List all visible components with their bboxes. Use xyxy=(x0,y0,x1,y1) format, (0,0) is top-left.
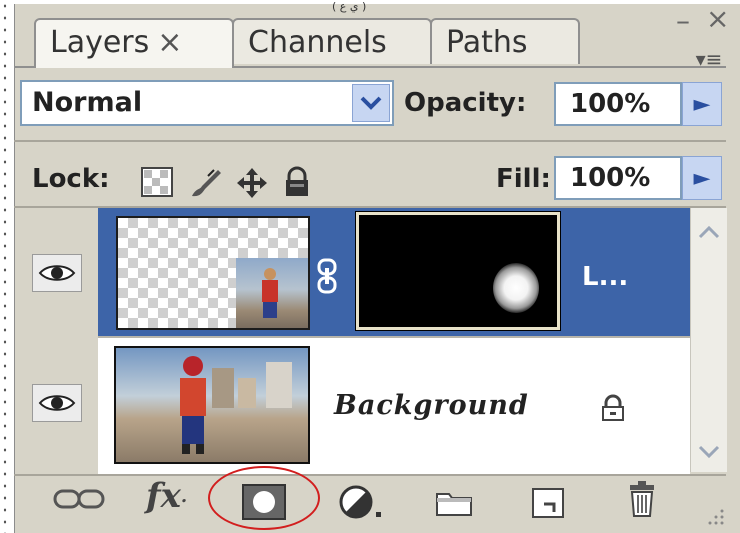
mask-highlight xyxy=(493,263,539,313)
lock-transparent-icon[interactable] xyxy=(140,166,174,202)
opacity-arrow-icon[interactable]: ► xyxy=(682,82,722,126)
top-caption: ( ي ع ) xyxy=(332,0,367,13)
divider xyxy=(14,140,726,142)
lock-brush-icon[interactable] xyxy=(188,166,224,204)
layers-scrollbar[interactable] xyxy=(690,208,727,472)
minimize-icon[interactable]: – xyxy=(676,4,690,37)
background-thumbnail[interactable] xyxy=(114,346,310,464)
lock-icon xyxy=(600,394,626,426)
layer-name[interactable]: L... xyxy=(582,262,628,292)
scroll-up-icon[interactable] xyxy=(693,216,725,248)
fill-label: Fill: xyxy=(496,164,551,194)
layer-name[interactable]: Background xyxy=(334,390,529,421)
page-edge-dots xyxy=(0,0,10,533)
trash-icon[interactable] xyxy=(626,480,658,518)
fill-field[interactable]: 100% xyxy=(554,156,682,200)
fx-label: fx xyxy=(146,476,181,516)
opacity-field[interactable]: 100% xyxy=(554,82,682,126)
tab-channels[interactable]: Channels xyxy=(232,18,432,64)
tab-layers[interactable]: Layers × xyxy=(34,18,234,68)
fill-arrow-icon[interactable]: ► xyxy=(682,156,722,200)
lock-move-icon[interactable] xyxy=(234,166,270,204)
layer-mask-thumbnail[interactable] xyxy=(356,212,560,330)
lock-all-icon[interactable] xyxy=(282,166,312,202)
scroll-down-icon[interactable] xyxy=(693,436,725,468)
layer-thumbnail[interactable] xyxy=(116,216,310,330)
lock-label: Lock: xyxy=(32,164,110,194)
eye-icon[interactable] xyxy=(32,384,82,422)
new-layer-icon[interactable] xyxy=(530,486,566,520)
fx-icon[interactable]: fx. xyxy=(146,476,187,516)
chain-link-icon[interactable] xyxy=(316,258,338,298)
toolbar-divider xyxy=(14,474,726,476)
close-icon[interactable]: × xyxy=(157,25,182,60)
eye-icon[interactable] xyxy=(32,254,82,292)
close-icon[interactable]: × xyxy=(706,2,729,35)
tab-label: Channels xyxy=(248,25,387,60)
group-folder-icon[interactable] xyxy=(434,488,474,518)
tab-label: Paths xyxy=(446,25,528,60)
blend-mode-value: Normal xyxy=(32,87,143,118)
tab-label: Layers xyxy=(50,25,150,60)
chevron-down-icon[interactable] xyxy=(352,84,390,122)
photo-thumbnail xyxy=(236,258,308,328)
adjustment-layer-icon[interactable] xyxy=(336,482,386,522)
panel-menu-icon[interactable]: ▾≡ xyxy=(690,47,728,71)
blend-mode-select[interactable]: Normal xyxy=(20,80,394,126)
opacity-label: Opacity: xyxy=(404,88,527,118)
resize-grip-icon[interactable] xyxy=(704,505,726,531)
tab-paths[interactable]: Paths xyxy=(430,18,580,64)
link-layers-icon[interactable] xyxy=(52,484,106,514)
highlight-circle xyxy=(208,466,320,530)
